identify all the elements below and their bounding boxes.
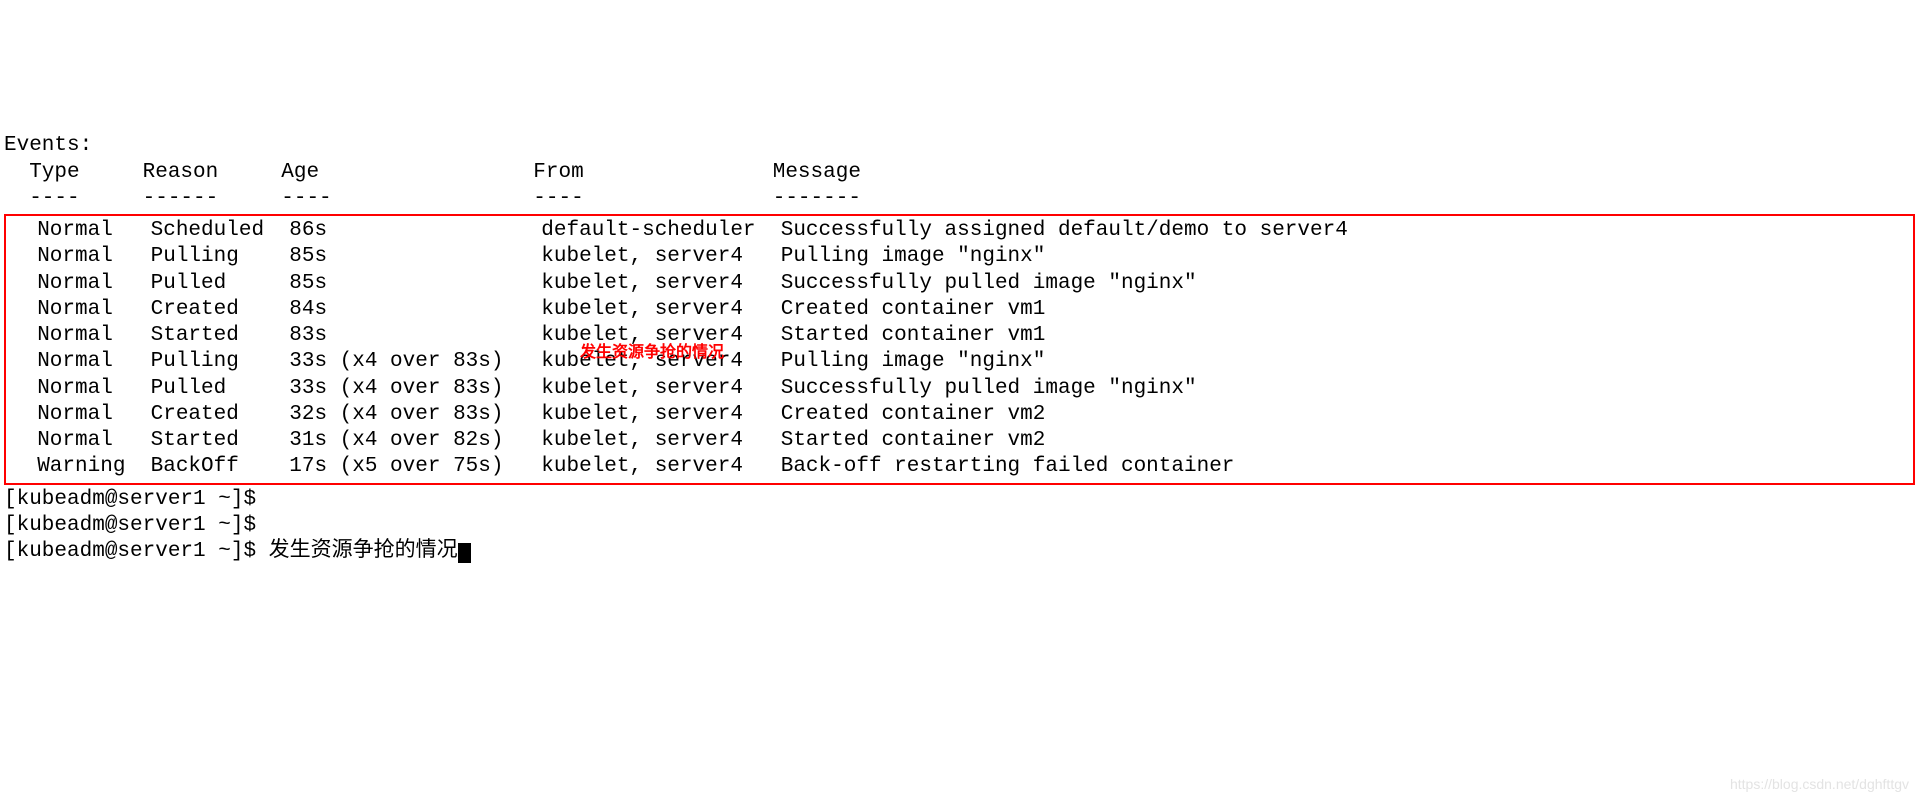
- events-separator: ---- ------ ---- ---- -------: [4, 187, 861, 210]
- event-row: Normal Pulled 33s (x4 over 83s) kubelet,…: [12, 377, 1197, 400]
- prompt-line[interactable]: [kubeadm@server1 ~]$: [4, 514, 269, 537]
- prompt-line[interactable]: [kubeadm@server1 ~]$ 发生资源争抢的情况: [4, 540, 458, 563]
- event-row: Normal Created 32s (x4 over 83s) kubelet…: [12, 403, 1045, 426]
- event-row: Normal Pulling 85s kubelet, server4 Pull…: [12, 245, 1045, 268]
- event-row: Normal Scheduled 86s default-scheduler S…: [12, 219, 1348, 242]
- event-row: Normal Pulling 33s (x4 over 83s) kubelet…: [12, 350, 1045, 373]
- event-row: Normal Started 31s (x4 over 82s) kubelet…: [12, 429, 1045, 452]
- events-columns: Type Reason Age From Message: [4, 161, 861, 184]
- annotation-label: 发生资源争抢的情况: [580, 343, 724, 363]
- event-row: Warning BackOff 17s (x5 over 75s) kubele…: [12, 455, 1234, 478]
- cursor: [458, 543, 471, 563]
- prompt-line[interactable]: [kubeadm@server1 ~]$: [4, 488, 269, 511]
- terminal-output: Events: Type Reason Age From Message ---…: [4, 107, 1915, 565]
- events-highlight-box: Normal Scheduled 86s default-scheduler S…: [4, 214, 1915, 485]
- event-row: Normal Created 84s kubelet, server4 Crea…: [12, 298, 1045, 321]
- watermark: https://blog.csdn.net/dghfttgv: [1730, 776, 1909, 794]
- event-row: Normal Started 83s kubelet, server4 Star…: [12, 324, 1045, 347]
- events-header: Events:: [4, 134, 92, 157]
- event-row: Normal Pulled 85s kubelet, server4 Succe…: [12, 272, 1197, 295]
